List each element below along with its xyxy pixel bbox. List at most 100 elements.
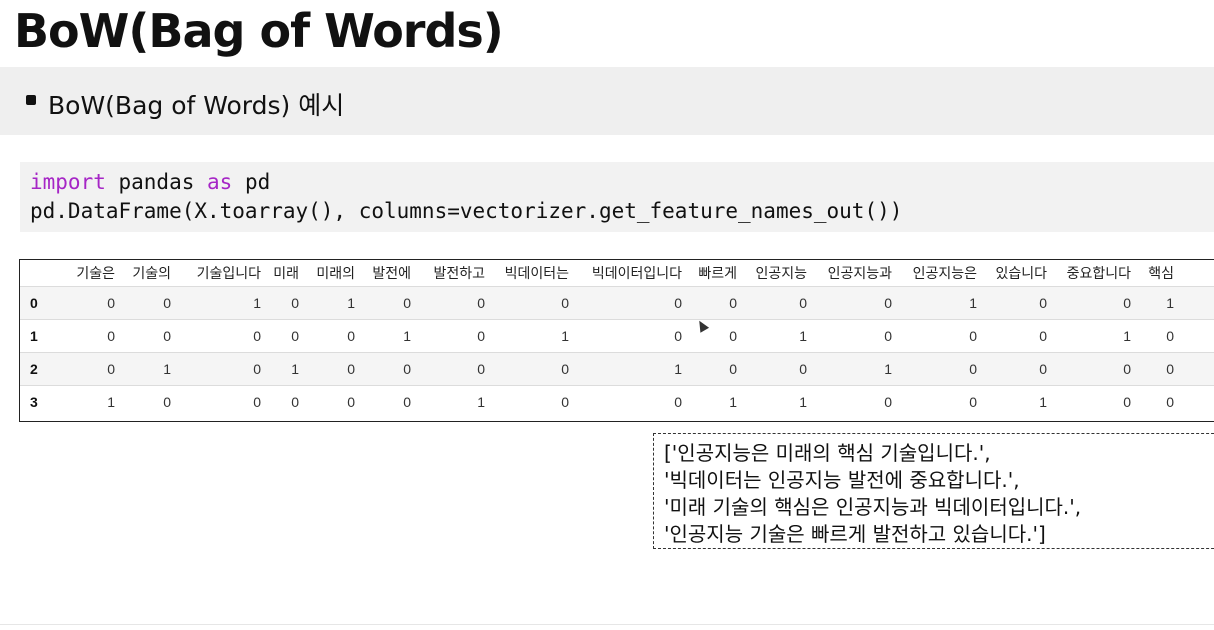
table-cell: 1: [491, 319, 575, 353]
column-header: 인공지능: [755, 265, 807, 281]
table-cell: 1: [1180, 352, 1214, 386]
document-line: ['인공지능은 미래의 핵심 기술입니다.',: [664, 441, 991, 465]
row-index: 0: [20, 286, 46, 320]
table-row: 100000101001000100: [20, 319, 1214, 353]
table-cell: 0: [1180, 385, 1214, 418]
table-cell: 1: [743, 385, 813, 418]
column-header: 있습니다: [995, 265, 1047, 281]
table-cell: 0: [361, 286, 417, 320]
table-cell: 1: [983, 385, 1053, 418]
row-index: 2: [20, 352, 46, 386]
table-cell: 0: [983, 319, 1053, 353]
subheader-bar: BoW(Bag of Words) 예시: [0, 67, 1214, 135]
column-header: 미래: [273, 265, 299, 281]
code-text: pd: [232, 170, 271, 194]
document-line: '빅데이터는 인공지능 발전에 중요합니다.',: [664, 468, 1020, 492]
column-header: 기술의: [132, 265, 171, 281]
table-cell: 0: [743, 352, 813, 386]
index-header: [20, 260, 46, 287]
table-cell: 0: [417, 319, 491, 353]
table-cell: 1: [1137, 286, 1180, 320]
column-header: 핵심은: [1180, 260, 1214, 287]
column-header: 빅데이터는: [504, 265, 569, 281]
column-header: 기술입니다: [196, 265, 261, 281]
table-row: 201010000100100001: [20, 352, 1214, 386]
table-cell: 0: [1137, 319, 1180, 353]
table-cell: 1: [267, 352, 305, 386]
table-cell: 0: [177, 352, 267, 386]
code-text: pandas: [105, 170, 208, 194]
table-cell: 0: [177, 385, 267, 418]
table-cell: 1: [688, 385, 743, 418]
table-cell: 0: [361, 352, 417, 386]
table-cell: 1: [305, 286, 361, 320]
table-cell: 0: [1180, 286, 1214, 320]
table-cell: 0: [1180, 319, 1214, 353]
table-cell: 0: [267, 385, 305, 418]
table-cell: 0: [417, 352, 491, 386]
table-cell: 0: [688, 286, 743, 320]
table-cell: 0: [743, 286, 813, 320]
code-line-2: pd.DataFrame(X.toarray(), columns=vector…: [30, 199, 903, 223]
square-bullet-icon: [26, 95, 36, 105]
table-cell: 0: [46, 286, 121, 320]
table-cell: 0: [491, 286, 575, 320]
dataframe-table: 기술은 기술의 기술입니다 미래 미래의 발전에 발전하고 빅데이터는 빅데이터입니다 빠르게 인공…: [20, 260, 1214, 418]
column-header: 빠르게: [698, 265, 737, 281]
column-header: 핵심: [1148, 265, 1174, 281]
table-cell: 1: [575, 352, 688, 386]
table-cell: 0: [267, 286, 305, 320]
table-cell: 1: [361, 319, 417, 353]
table-cell: 1: [1053, 319, 1137, 353]
table-cell: 1: [813, 352, 898, 386]
table-cell: 0: [813, 286, 898, 320]
table-cell: 0: [121, 385, 177, 418]
table-cell: 0: [121, 286, 177, 320]
table-cell: 0: [491, 352, 575, 386]
table-cell: 0: [813, 319, 898, 353]
table-cell: 0: [361, 385, 417, 418]
table-cell: 0: [575, 286, 688, 320]
table-row: 310000010011001000: [20, 385, 1214, 418]
table-cell: 0: [898, 352, 983, 386]
table-cell: 0: [1053, 286, 1137, 320]
table-cell: 0: [983, 286, 1053, 320]
table-cell: 0: [983, 352, 1053, 386]
code-line-1: import pandas as pd: [30, 168, 270, 197]
table-cell: 0: [46, 352, 121, 386]
table-cell: 0: [177, 319, 267, 353]
row-index: 3: [20, 385, 46, 418]
subheader-text: BoW(Bag of Words) 예시: [48, 91, 345, 120]
table-cell: 0: [46, 319, 121, 353]
column-header: 기술은: [76, 265, 115, 281]
document-line: '인공지능 기술은 빠르게 발전하고 있습니다.']: [664, 522, 1046, 546]
document-line: '미래 기술의 핵심은 인공지능과 빅데이터입니다.',: [664, 495, 1082, 519]
table-cell: 0: [491, 385, 575, 418]
table-cell: 0: [1053, 352, 1137, 386]
column-header: 미래의: [316, 265, 355, 281]
table-cell: 0: [305, 385, 361, 418]
column-header: 발전하고: [433, 265, 485, 281]
dataframe-output: 기술은 기술의 기술입니다 미래 미래의 발전에 발전하고 빅데이터는 빅데이터입니다 빠르게 인공…: [19, 259, 1214, 422]
column-header: 중요합니다: [1066, 265, 1131, 281]
table-cell: 0: [305, 352, 361, 386]
table-cell: 1: [417, 385, 491, 418]
table-cell: 1: [46, 385, 121, 418]
column-header: 인공지능과: [827, 265, 892, 281]
table-cell: 0: [575, 319, 688, 353]
table-cell: 0: [305, 319, 361, 353]
table-cell: 0: [1137, 352, 1180, 386]
table-cell: 1: [177, 286, 267, 320]
table-cell: 0: [1137, 385, 1180, 418]
divider: [0, 624, 1214, 625]
slide-title: BoW(Bag of Words): [14, 4, 504, 58]
table-cell: 0: [898, 319, 983, 353]
table-cell: 0: [898, 385, 983, 418]
row-index: 1: [20, 319, 46, 353]
column-header: 빅데이터입니다: [591, 265, 682, 281]
code-keyword-import: import: [30, 170, 106, 194]
table-cell: 1: [121, 352, 177, 386]
table-cell: 0: [575, 385, 688, 418]
table-cell: 1: [743, 319, 813, 353]
table-cell: 0: [267, 319, 305, 353]
